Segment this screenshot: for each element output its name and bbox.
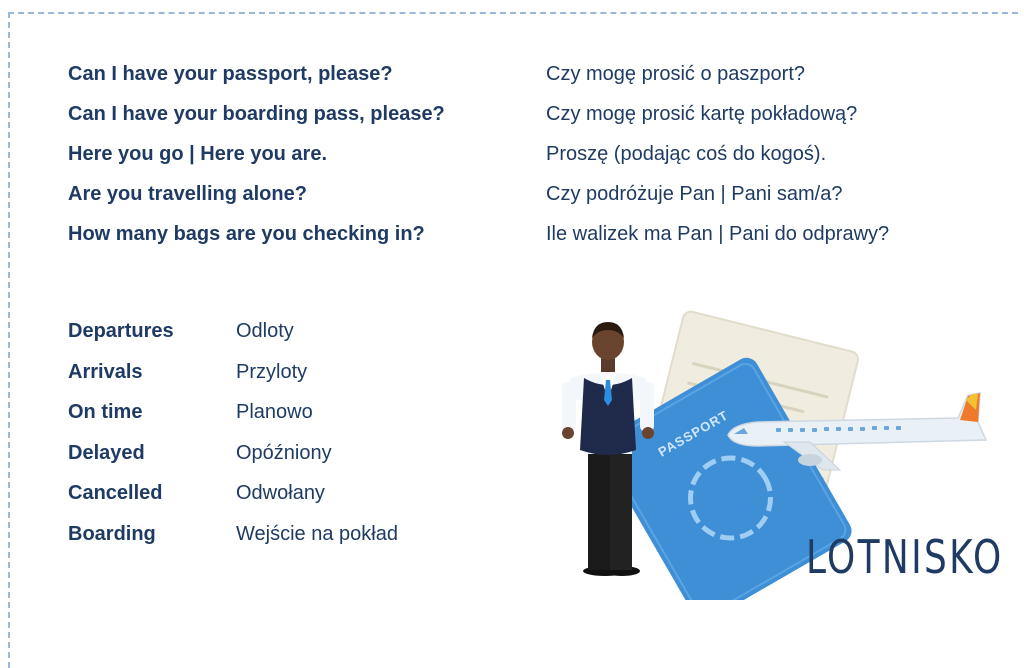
vocab-term-en: Arrivals [68,360,143,383]
vocab-term-pl: Opóźniony [236,441,332,464]
phrase-en: Here you go | Here you are. [68,143,328,165]
illustration-title: LOTNISKO [806,530,1004,584]
vocab-term-en: Boarding [68,522,156,545]
phrase-pl: Ile walizek ma Pan | Pani do odprawy? [546,223,890,245]
vocab-term-pl: Planowo [236,401,313,423]
vocab-term-en: Cancelled [68,482,163,504]
phrase-en: How many bags are you checking in? [68,223,425,245]
phrase-en: Can I have your passport, please? [68,63,393,85]
phrase-pl: Proszę (podając coś do kogoś). [546,143,827,165]
phrase-pl: Czy mogę prosić kartę pokładową? [546,103,858,125]
phrase-list: Can I have your passport, please? Czy mo… [68,54,1006,254]
dashed-border-top [8,12,1018,14]
vocab-term-en: On time [68,401,143,423]
phrase-en: Can I have your boarding pass, please? [68,103,445,125]
vocab-term-en: Departures [68,320,174,342]
vocab-term-pl: Przyloty [236,360,308,383]
vocab-term-pl: Wejście na pokład [236,522,398,545]
vocab-term-pl: Odwołany [236,482,325,504]
phrase-en: Are you travelling alone? [68,183,307,205]
vocab-list: Departures Odloty Arrivals Przyloty On t… [68,311,476,554]
phrase-pl: Czy mogę prosić o paszport? [546,63,806,85]
phrase-pl: Czy podróżuje Pan | Pani sam/a? [546,183,843,205]
dashed-border-left [8,12,10,668]
vocab-term-en: Delayed [68,441,145,464]
vocab-term-pl: Odloty [236,320,294,342]
